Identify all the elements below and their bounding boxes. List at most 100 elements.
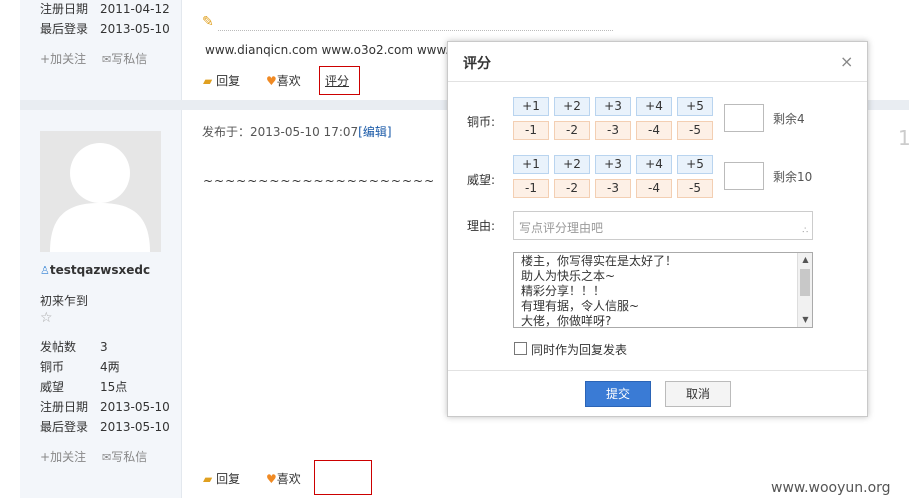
info-row: 注册日期 2011-04-12 <box>40 0 170 18</box>
close-icon[interactable]: × <box>840 52 853 71</box>
info-row: 最后登录 2013-05-10 <box>40 20 170 38</box>
reason-label: 理由: <box>467 219 496 233</box>
coin-minus-3-button[interactable]: -3 <box>595 121 631 140</box>
pencil-icon: ✎ <box>202 14 214 30</box>
mail-icon: ✉ <box>102 53 112 66</box>
rating-dialog: 评分 × 铜币: +1 +2 +3 +4 +5 -1 -2 -3 -4 -5 剩… <box>447 41 868 417</box>
prestige-plus-2-button[interactable]: +2 <box>554 155 590 174</box>
dialog-header: 评分 × <box>448 42 867 82</box>
info-value: 15点 <box>100 380 128 394</box>
signature-links[interactable]: www.dianqicn.com www.o3o2.com www.c <box>205 43 456 57</box>
follow-link[interactable]: +加关注 <box>40 448 86 465</box>
coin-label: 铜币: <box>467 115 496 129</box>
post-timestamp: 发布于：2013-05-10 17:07[编辑] <box>202 125 392 139</box>
post-content: ~~~~~~~~~~~~~~~~~~~~~ <box>203 174 436 188</box>
coin-minus-4-button[interactable]: -4 <box>636 121 672 140</box>
message-link[interactable]: ✉写私信 <box>102 448 147 465</box>
prestige-plus-4-button[interactable]: +4 <box>636 155 672 174</box>
info-key: 威望 <box>40 380 65 394</box>
watermark: www.wooyun.org <box>771 480 891 496</box>
reason-list[interactable]: 楼主，你写得实在是太好了！ 助人为快乐之本~ 精彩分享！！！ 有理有据，令人信服… <box>513 252 813 328</box>
floor-number: 1 <box>898 126 909 150</box>
avatar <box>40 131 161 252</box>
prestige-minus-3-button[interactable]: -3 <box>595 179 631 198</box>
list-item[interactable]: 有理有据，令人信服~ <box>521 299 639 314</box>
like-button[interactable]: ♥喜欢 <box>266 72 301 89</box>
list-item[interactable]: 助人为快乐之本~ <box>521 269 615 284</box>
info-row: 威望 15点 <box>40 378 127 396</box>
dialog-title: 评分 <box>463 56 491 72</box>
speech-bubble-icon: ▰ <box>203 472 213 486</box>
plus-icon: + <box>40 52 51 66</box>
mail-icon: ✉ <box>102 451 112 464</box>
info-value: 3 <box>100 340 108 354</box>
submit-button[interactable]: 提交 <box>585 381 651 407</box>
coin-plus-2-button[interactable]: +2 <box>554 97 590 116</box>
info-row: 铜币 4两 <box>40 358 120 376</box>
prestige-minus-4-button[interactable]: -4 <box>636 179 672 198</box>
scroll-thumb[interactable] <box>800 269 810 296</box>
coin-plus-3-button[interactable]: +3 <box>595 97 631 116</box>
info-value: 2013-05-10 <box>100 22 170 36</box>
info-row: 发帖数 3 <box>40 338 108 356</box>
info-row: 最后登录 2013-05-10 <box>40 418 170 436</box>
coin-remaining: 剩余4 <box>773 112 805 126</box>
message-link[interactable]: ✉写私信 <box>102 50 147 67</box>
prestige-minus-1-button[interactable]: -1 <box>513 179 549 198</box>
info-value: 2013-05-10 <box>100 400 170 414</box>
prestige-plus-3-button[interactable]: +3 <box>595 155 631 174</box>
scroll-down-icon[interactable]: ▼ <box>798 313 812 327</box>
list-item[interactable]: 楼主，你写得实在是太好了！ <box>521 254 677 269</box>
rate-button[interactable]: 评分 <box>325 72 349 89</box>
user-icon: ♙ <box>40 264 50 277</box>
cancel-button[interactable]: 取消 <box>665 381 731 407</box>
rate-highlight-box[interactable] <box>314 460 372 495</box>
plus-icon: + <box>40 450 51 464</box>
also-reply-label: 同时作为回复发表 <box>531 343 628 357</box>
reply-button[interactable]: ▰ 回复 <box>203 72 240 89</box>
list-item[interactable]: 精彩分享！！！ <box>521 284 605 299</box>
prestige-value-input[interactable] <box>724 162 764 190</box>
prestige-plus-5-button[interactable]: +5 <box>677 155 713 174</box>
like-button[interactable]: ♥喜欢 <box>266 470 301 487</box>
prestige-minus-5-button[interactable]: -5 <box>677 179 713 198</box>
info-key: 铜币 <box>40 360 65 374</box>
reply-button[interactable]: ▰ 回复 <box>203 470 240 487</box>
info-key: 最后登录 <box>40 22 89 36</box>
info-key: 最后登录 <box>40 420 89 434</box>
coin-plus-5-button[interactable]: +5 <box>677 97 713 116</box>
prestige-remaining: 剩余10 <box>773 170 813 184</box>
dialog-footer-divider <box>448 370 867 371</box>
star-icon: ☆ <box>40 310 53 326</box>
coin-plus-1-button[interactable]: +1 <box>513 97 549 116</box>
signature-divider <box>218 30 613 31</box>
list-item[interactable]: 大佬，你做咩呀? <box>521 314 611 327</box>
resize-grip-icon: ∴ <box>802 226 808 236</box>
info-key: 注册日期 <box>40 400 89 414</box>
info-key: 发帖数 <box>40 340 77 354</box>
reason-placeholder: 写点评分理由吧 <box>519 221 604 235</box>
coin-plus-4-button[interactable]: +4 <box>636 97 672 116</box>
follow-link[interactable]: +加关注 <box>40 50 86 67</box>
heart-icon: ♥ <box>266 74 277 88</box>
info-value: 4两 <box>100 360 120 374</box>
username[interactable]: ♙testqazwsxedc <box>40 263 150 277</box>
heart-icon: ♥ <box>266 472 277 486</box>
default-avatar-icon <box>50 143 150 252</box>
edit-link[interactable]: [编辑] <box>358 125 391 139</box>
info-value: 2013-05-10 <box>100 420 170 434</box>
coin-value-input[interactable] <box>724 104 764 132</box>
reason-input[interactable]: 写点评分理由吧 ∴ <box>513 211 813 240</box>
scroll-up-icon[interactable]: ▲ <box>798 253 812 267</box>
info-value: 2011-04-12 <box>100 2 170 16</box>
coin-minus-2-button[interactable]: -2 <box>554 121 590 140</box>
also-reply-checkbox[interactable] <box>514 342 527 355</box>
coin-minus-1-button[interactable]: -1 <box>513 121 549 140</box>
user-rank: 初来乍到 <box>40 294 89 308</box>
prestige-plus-1-button[interactable]: +1 <box>513 155 549 174</box>
scrollbar[interactable]: ▲ ▼ <box>797 253 812 327</box>
prestige-minus-2-button[interactable]: -2 <box>554 179 590 198</box>
coin-minus-5-button[interactable]: -5 <box>677 121 713 140</box>
info-key: 注册日期 <box>40 2 89 16</box>
speech-bubble-icon: ▰ <box>203 74 213 88</box>
